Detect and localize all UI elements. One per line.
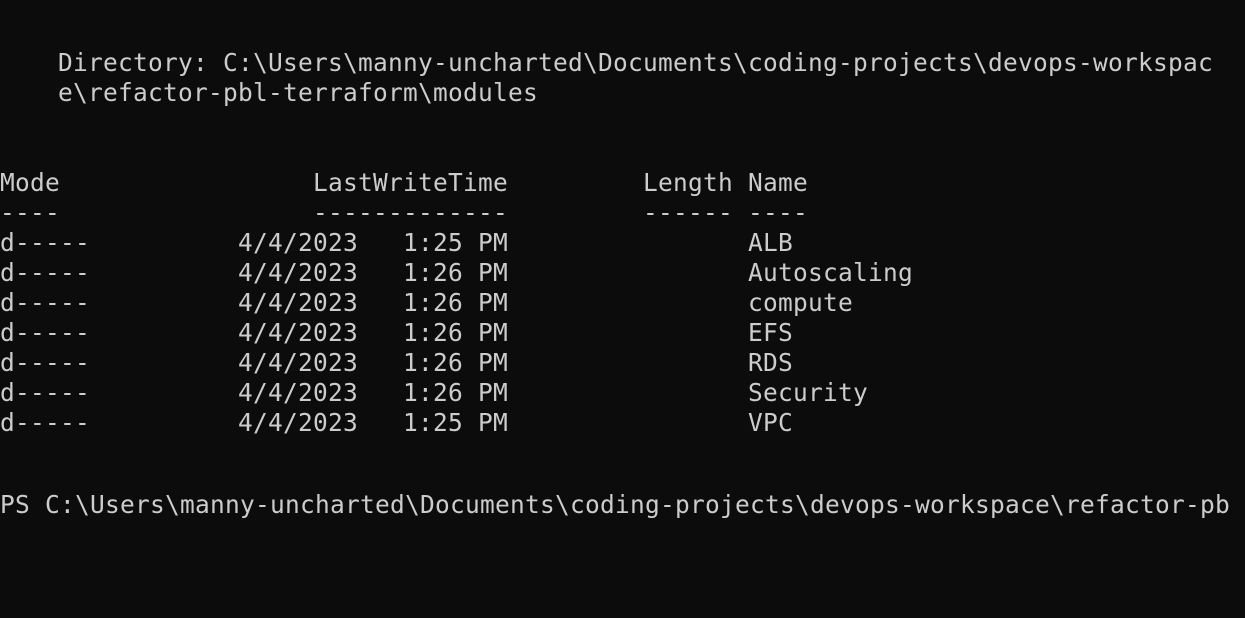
- directory-line-1: Directory: C:\Users\manny-uncharted\Docu…: [58, 48, 1214, 77]
- header-name: Name: [748, 168, 809, 197]
- row-name: Autoscaling: [748, 258, 914, 287]
- row-mode: d-----: [0, 228, 91, 257]
- row-time: 1:26 PM: [403, 288, 509, 317]
- directory-line-2: e\refactor-pbl-terraform\modules: [58, 78, 539, 107]
- row-time: 1:26 PM: [403, 348, 509, 377]
- table-underline-row: ---- ------------- ------ ----: [0, 198, 1245, 228]
- row-date: 4/4/2023: [238, 378, 359, 407]
- row-mode: d-----: [0, 318, 91, 347]
- row-name: compute: [748, 288, 854, 317]
- row-name: ALB: [748, 228, 794, 257]
- underline-mode: ----: [0, 198, 61, 227]
- table-row: d----- 4/4/2023 1:26 PM RDS: [0, 348, 1245, 378]
- row-mode: d-----: [0, 258, 91, 287]
- table-row: d----- 4/4/2023 1:26 PM compute: [0, 288, 1245, 318]
- row-mode: d-----: [0, 408, 91, 437]
- row-date: 4/4/2023: [238, 288, 359, 317]
- underline-length: ------: [643, 198, 734, 227]
- row-time: 1:25 PM: [403, 228, 509, 257]
- row-name: RDS: [748, 348, 794, 377]
- row-time: 1:26 PM: [403, 318, 509, 347]
- row-time: 1:26 PM: [403, 258, 509, 287]
- row-date: 4/4/2023: [238, 408, 359, 437]
- header-lastwritetime: LastWriteTime: [313, 168, 509, 197]
- command-prompt[interactable]: PS C:\Users\manny-uncharted\Documents\co…: [0, 490, 1230, 520]
- underline-name: ----: [748, 198, 809, 227]
- row-mode: d-----: [0, 348, 91, 377]
- row-time: 1:26 PM: [403, 378, 509, 407]
- table-row: d----- 4/4/2023 1:25 PM VPC: [0, 408, 1245, 438]
- row-name: EFS: [748, 318, 794, 347]
- table-row: d----- 4/4/2023 1:25 PM ALB: [0, 228, 1245, 258]
- table-row: d----- 4/4/2023 1:26 PM Autoscaling: [0, 258, 1245, 288]
- table-row: d----- 4/4/2023 1:26 PM EFS: [0, 318, 1245, 348]
- row-date: 4/4/2023: [238, 228, 359, 257]
- row-date: 4/4/2023: [238, 348, 359, 377]
- header-length: Length: [643, 168, 734, 197]
- row-date: 4/4/2023: [238, 258, 359, 287]
- row-time: 1:25 PM: [403, 408, 509, 437]
- row-mode: d-----: [0, 288, 91, 317]
- row-name: VPC: [748, 408, 794, 437]
- header-mode: Mode: [0, 168, 61, 197]
- terminal-window[interactable]: Directory: C:\Users\manny-uncharted\Docu…: [0, 0, 1245, 519]
- table-row: d----- 4/4/2023 1:26 PM Security: [0, 378, 1245, 408]
- underline-lastwritetime: -------------: [313, 198, 509, 227]
- row-mode: d-----: [0, 378, 91, 407]
- table-header-row: Mode LastWriteTime Length Name: [0, 168, 1245, 198]
- row-date: 4/4/2023: [238, 318, 359, 347]
- row-name: Security: [748, 378, 869, 407]
